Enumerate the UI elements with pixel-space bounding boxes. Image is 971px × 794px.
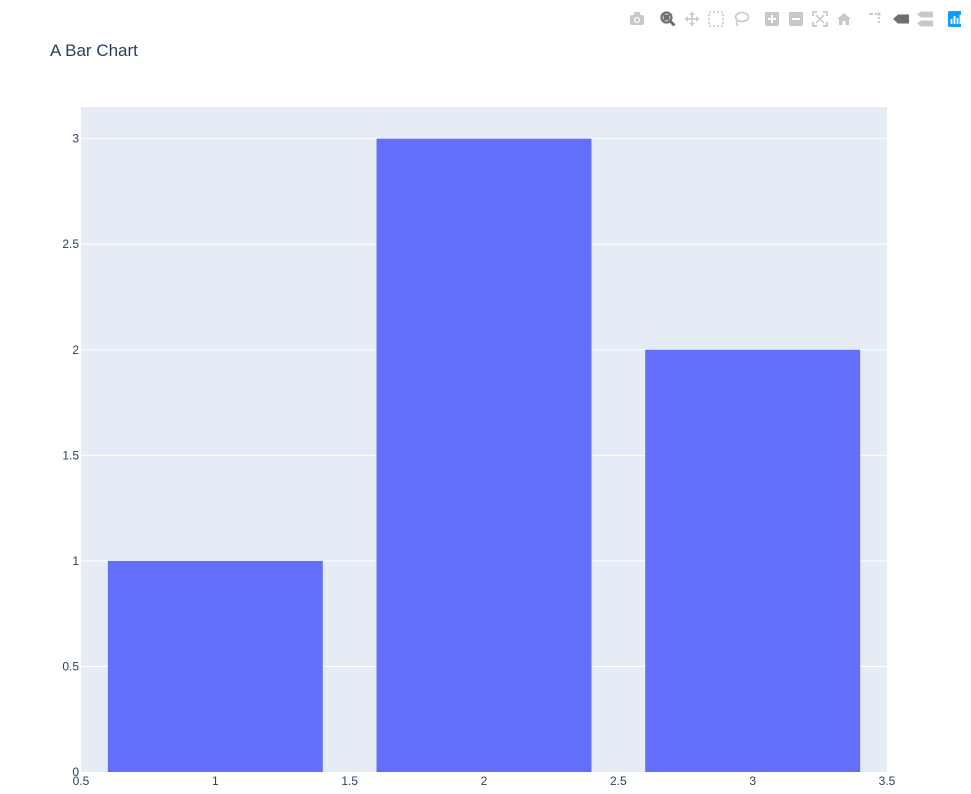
x-tick-label: 2 [481, 774, 488, 788]
y-tick-label: 1 [72, 554, 79, 568]
bar-chart[interactable]: 00.511.522.53 0.5 1 1.5 2 2.5 3 3.5 [0, 0, 971, 794]
x-tick-label: 1 [212, 774, 219, 788]
x-tick-label: 3.5 [879, 774, 896, 788]
bar[interactable] [107, 560, 323, 772]
y-tick-label: 2.5 [62, 237, 79, 251]
x-axis-ticks: 0.5 1 1.5 2 2.5 3 3.5 [73, 774, 896, 788]
y-tick-label: 1.5 [62, 448, 79, 462]
y-axis-ticks: 00.511.522.53 [62, 132, 79, 779]
x-tick-label: 3 [749, 774, 756, 788]
x-tick-label: 2.5 [610, 774, 627, 788]
x-tick-label: 0.5 [73, 774, 90, 788]
y-tick-label: 2 [72, 343, 79, 357]
bar[interactable] [645, 349, 861, 772]
bar[interactable] [376, 138, 592, 772]
x-tick-label: 1.5 [341, 774, 358, 788]
y-tick-label: 3 [72, 132, 79, 146]
y-tick-label: 0.5 [62, 659, 79, 673]
